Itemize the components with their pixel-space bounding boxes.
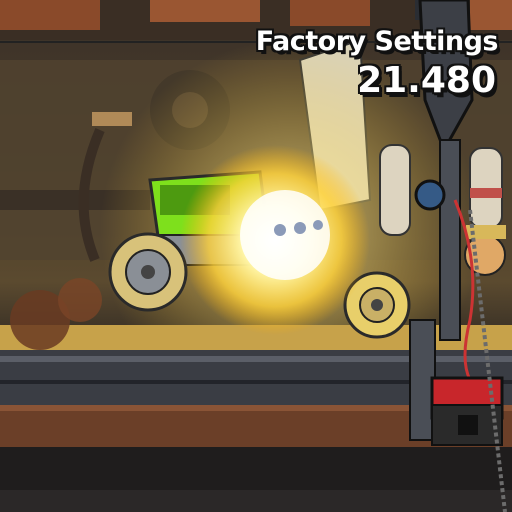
hud-level-title: Factory Settings xyxy=(255,26,499,57)
explosion xyxy=(180,145,370,335)
game-viewport: Factory Settings 21.480 xyxy=(0,0,512,512)
sawblade-wheel-left xyxy=(108,232,188,312)
hud-score: 21.480 xyxy=(357,60,496,101)
red-control-box xyxy=(430,376,504,446)
